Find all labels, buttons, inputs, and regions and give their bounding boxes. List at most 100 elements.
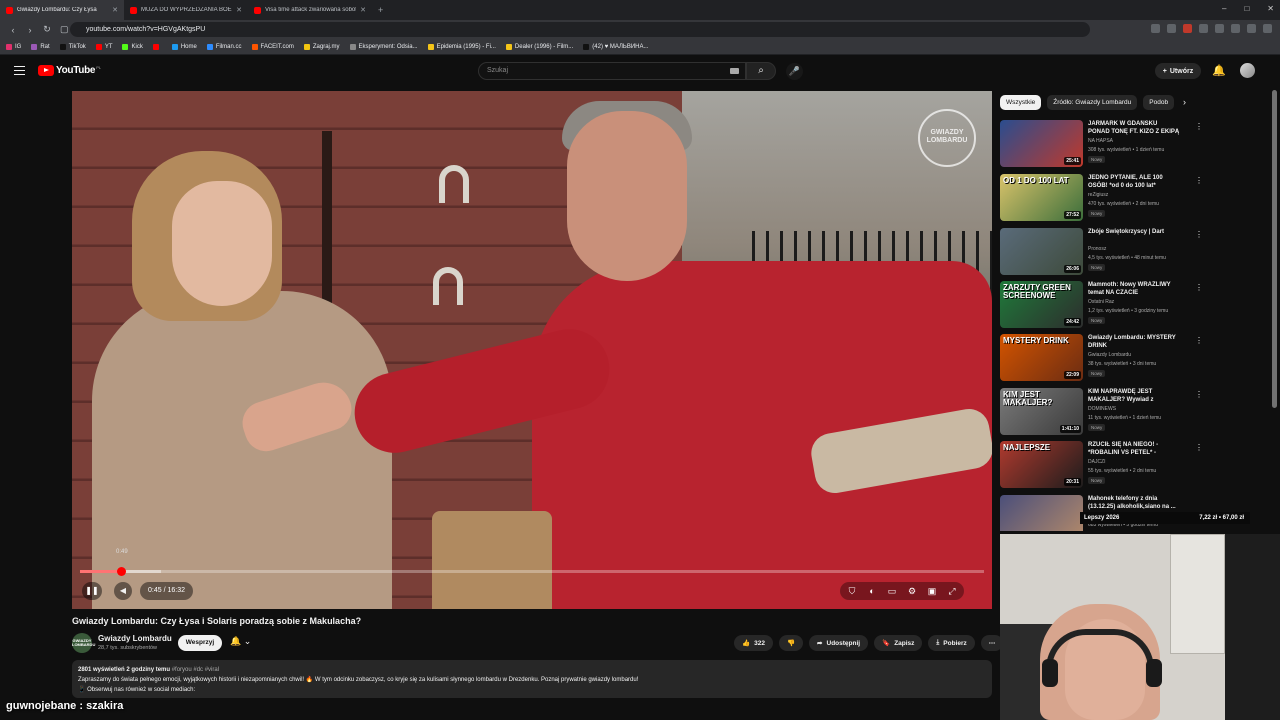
extension-icon[interactable] [1231,24,1240,33]
channel-avatar[interactable]: GWIAZDY LOMBARDU [72,633,95,653]
bookmark-item[interactable]: Epidemia (1995) - Fi... [427,43,496,50]
youtube-logo[interactable]: YouTube PL [38,65,101,76]
video-player[interactable]: GWIAZDY LOMBARDU 0:49 ❚❚ ◀ 0:45 / 16:32 … [72,91,992,609]
recommended-video[interactable]: NAJLEPSZE 20:31 RZUCIŁ SIĘ NA NIEGO! - *RO… [1000,441,1203,491]
extension-icon[interactable] [1215,24,1224,33]
subscription-bell-icon[interactable]: 🔔 ⌄ [230,636,251,647]
bookmark-item[interactable]: (42) ♥ МАЛЬВИНА... [583,43,649,50]
bookmark-item[interactable]: Home [171,43,197,50]
recommended-title[interactable]: JARMARK W GDAŃSKU PONAD TONĘ FT. KIZO Z … [1088,120,1180,136]
page-scrollbar[interactable] [1272,90,1277,408]
subtitles-icon[interactable]: ▭ [886,585,898,597]
chip-similar[interactable]: Podob [1143,95,1175,110]
browser-tab-muza[interactable]: MUZA DO WYPRZEDZANIA BOEING ✕ [124,0,248,20]
more-options-icon[interactable]: ⋮ [1195,336,1203,345]
minimize-button[interactable]: – [1222,4,1226,13]
recommended-title[interactable]: Mammoth: Nowy WRAŻLIWY temat NA CZACIE [1088,281,1180,297]
forward-icon[interactable]: › [26,25,34,35]
description-tags[interactable]: #foryou #dc #viral [172,667,219,673]
close-tab-icon[interactable]: ✕ [236,6,242,14]
search-input[interactable]: Szukaj [478,62,746,80]
mute-button[interactable]: ◀ [114,582,132,600]
recommended-title[interactable]: JEDNO PYTANIE, ALE 100 OSÓB! *od 0 do 10… [1088,174,1180,190]
video-thumbnail[interactable]: NAJLEPSZE 20:31 [1000,441,1083,488]
maximize-button[interactable]: □ [1244,4,1249,13]
chip-all[interactable]: Wszystkie [1000,95,1042,110]
video-thumbnail[interactable]: MYSTERY DRINK 22:09 [1000,334,1083,381]
dislike-button[interactable]: 👎 [778,635,804,651]
recommended-video[interactable]: MYSTERY DRINK 22:09 Gwiazdy Lombardu: MYST… [1000,334,1203,384]
recommended-video[interactable]: 25:41 JARMARK W GDAŃSKU PONAD TONĘ FT. KI… [1000,120,1203,170]
channel-name[interactable]: Gwiazdy Lombardu [98,634,172,643]
voice-search-icon[interactable]: 🎤 [786,63,803,80]
close-window-button[interactable]: ✕ [1267,4,1274,13]
recommended-video[interactable]: 26:06 Zbóje Świętokrzyscy | Dart Pronosz 4,… [1000,228,1203,278]
create-button[interactable]: + Utwórz [1155,63,1201,79]
browser-tab-youtube[interactable]: Gwiazdy Lombardu: Czy Łysa ✕ [0,0,124,20]
fullscreen-icon[interactable]: ⤢ [946,585,958,597]
support-button[interactable]: Wesprzyj [178,635,222,651]
recommended-title[interactable]: RZUCIŁ SIĘ NA NIEGO! - *ROBALINI VS PETE… [1088,441,1180,457]
progress-bar[interactable] [80,567,984,576]
pause-button[interactable]: ❚❚ [82,582,102,600]
video-thumbnail[interactable]: 25:41 [1000,120,1083,167]
video-thumbnail[interactable]: ZARZUTY GREEN SCREENOWE 24:42 [1000,281,1083,328]
autoplay-toggle-icon[interactable]: ◐ [866,585,878,597]
extension-icon[interactable] [1151,24,1160,33]
recommended-title[interactable]: Zbóje Świętokrzyscy | Dart [1088,228,1180,236]
recommended-channel[interactable]: Pronosz [1088,246,1106,252]
more-options-icon[interactable]: ⋮ [1195,283,1203,292]
more-options-icon[interactable]: ⋮ [1195,176,1203,185]
chips-next-icon[interactable]: › [1183,97,1186,107]
notifications-bell-icon[interactable]: 🔔 [1212,64,1226,77]
video-thumbnail[interactable]: OD 1 DO 100 LAT 27:52 [1000,174,1083,221]
recommended-title[interactable]: Gwiazdy Lombardu: MYSTERY DRINK [1088,334,1180,350]
recommended-channel[interactable]: DOMINEWS [1088,406,1116,412]
recommended-channel[interactable]: Gwiazdy Lombardu [1088,352,1131,358]
video-thumbnail[interactable] [1000,495,1083,531]
like-button[interactable]: 👍 322 [734,635,773,651]
keyboard-icon[interactable] [730,68,739,74]
bookmark-item[interactable]: Eksperyment: Odsia... [349,43,418,50]
bookmark-item[interactable]: YT [95,43,112,50]
bookmark-item[interactable]: TikTok [59,43,86,50]
bookmark-item[interactable]: Dealer (1996) - Film... [505,43,573,50]
extension-icon[interactable] [1247,24,1256,33]
menu-hamburger-icon[interactable] [14,66,25,75]
more-options-icon[interactable]: ⋮ [1195,443,1203,452]
recommended-channel[interactable]: NA HAPSA [1088,138,1113,144]
recommended-channel[interactable]: DAJCZI [1088,459,1106,465]
url-bar[interactable]: youtube.com/watch?v=HGVgAKtgsPU [70,22,1090,37]
close-tab-icon[interactable]: ✕ [112,6,118,14]
bookmark-item[interactable]: Rat [31,43,50,50]
more-options-icon[interactable]: ⋮ [1195,122,1203,131]
scrubber-handle[interactable] [116,567,126,576]
recommended-channel[interactable]: reZigiusz [1088,192,1108,198]
bookmark-item[interactable]: Filman.cc [206,43,242,50]
recommended-video[interactable]: OD 1 DO 100 LAT 27:52 JEDNO PYTANIE, ALE 1… [1000,174,1203,224]
account-avatar[interactable] [1240,63,1255,78]
recommended-video[interactable]: KIM JEST MAKALJER? 1:41:10 KIM NAPRAWDĘ JE… [1000,388,1203,438]
download-button[interactable]: ⤓ Pobierz [928,635,975,651]
browser-tab-visa[interactable]: Visa time attack zwariowana sobota ✕ [248,0,372,20]
save-button[interactable]: 🔖 Zapisz [874,635,923,651]
video-description[interactable]: 2801 wyświetleń 2 godziny temu #foryou #… [72,660,992,698]
share-button[interactable]: ➦ Udostępnij [809,635,869,651]
more-options-icon[interactable]: ⋮ [1195,390,1203,399]
extension-icon[interactable] [1183,24,1192,33]
settings-gear-icon[interactable]: ⚙ [906,585,918,597]
reload-icon[interactable]: ↻ [43,24,51,35]
back-icon[interactable]: ‹ [9,25,17,35]
close-tab-icon[interactable]: ✕ [360,6,366,14]
menu-dots-icon[interactable] [1263,24,1272,33]
recommended-title[interactable]: KIM NAPRAWDĘ JEST MAKALJER? Wywiad z Leg… [1088,388,1180,404]
video-thumbnail[interactable]: 26:06 [1000,228,1083,275]
bookmark-page-icon[interactable]: ▢ [60,24,69,35]
recommended-title[interactable]: Mahonek telefony z dnia (13.12.25) alkoh… [1088,495,1180,511]
video-thumbnail[interactable]: KIM JEST MAKALJER? 1:41:10 [1000,388,1083,435]
bookmark-item[interactable] [152,43,162,50]
bookmark-item[interactable]: Zagraj.my [303,43,340,50]
bookmark-item[interactable]: IG [6,43,21,50]
miniplayer-icon[interactable]: ▣ [926,585,938,597]
extension-icon[interactable] [1167,24,1176,33]
